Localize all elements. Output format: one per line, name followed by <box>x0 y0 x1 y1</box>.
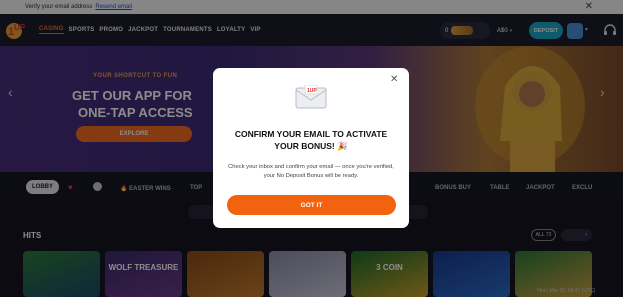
got-it-button[interactable]: GOT IT <box>227 195 396 215</box>
close-icon[interactable]: ✕ <box>390 75 398 85</box>
confirm-email-modal: ✕ 1UP CONFIRM YOUR EMAIL TO ACTIVATE YOU… <box>213 68 409 228</box>
page: Verify your email address Resend email ✕… <box>0 0 623 297</box>
svg-text:1UP: 1UP <box>307 88 317 94</box>
envelope-icon: 1UP <box>295 85 327 109</box>
modal-body: Check your inbox and confirm your email … <box>228 164 394 179</box>
modal-title: CONFIRM YOUR EMAIL TO ACTIVATE YOUR BONU… <box>234 129 388 151</box>
